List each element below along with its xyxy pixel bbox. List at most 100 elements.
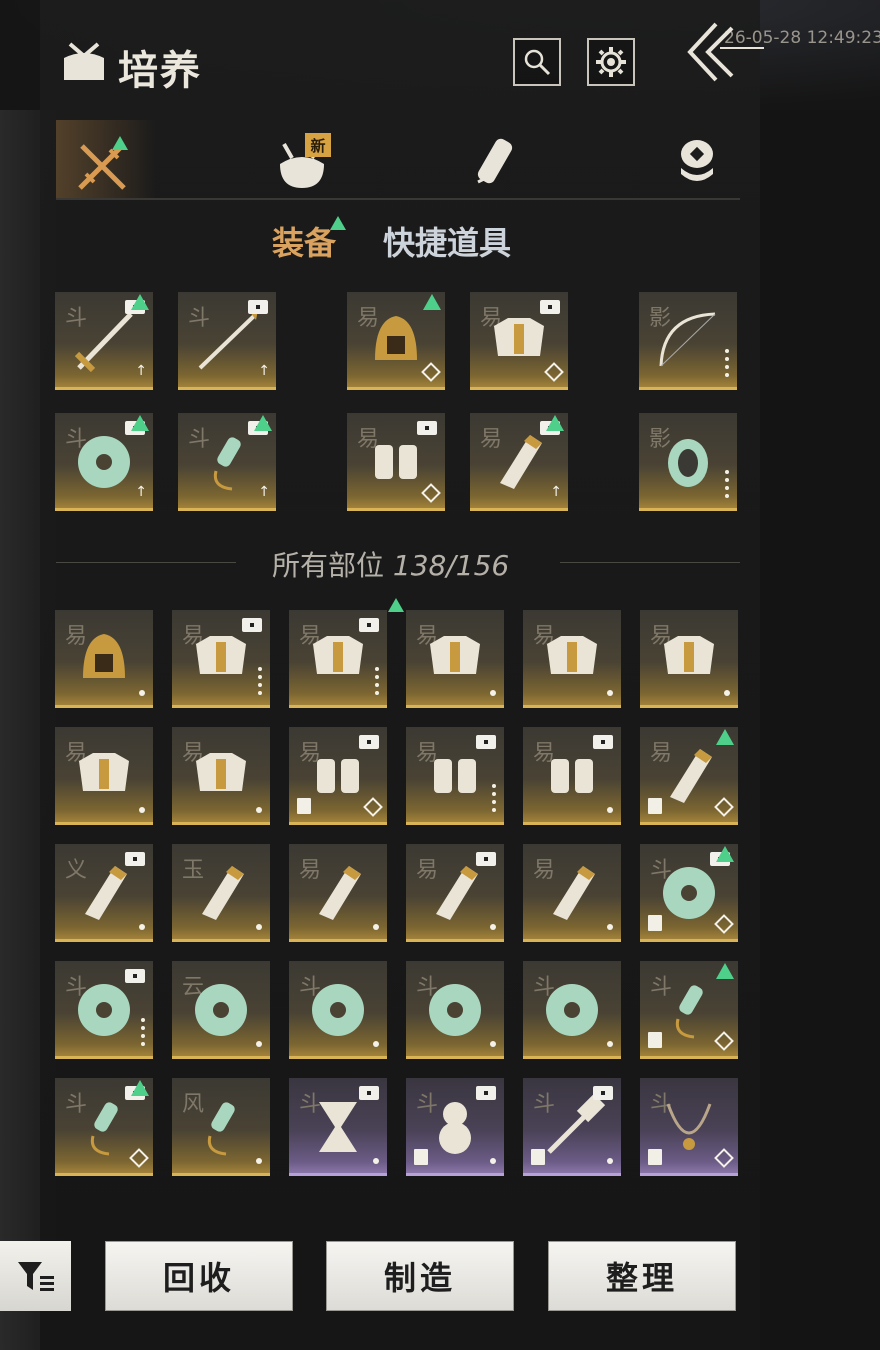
book-icon — [648, 915, 662, 931]
recycle-button[interactable]: 回收 — [105, 1241, 293, 1311]
pendant-art-icon — [207, 1102, 235, 1156]
inventory-item-slot[interactable]: 易 — [172, 727, 270, 825]
category-underline — [56, 198, 740, 200]
inventory-item-slot[interactable]: 云 — [172, 961, 270, 1059]
tab-quick-items[interactable]: 快捷道具 — [383, 218, 511, 264]
upgrade-arrow-icon — [131, 294, 149, 310]
inventory-item-slot[interactable]: 斗 — [640, 1078, 738, 1176]
inventory-item-slot[interactable]: 易 — [640, 727, 738, 825]
inventory-item-slot[interactable]: 风 — [172, 1078, 270, 1176]
upgrade-arrow-icon — [716, 729, 734, 745]
sort-button[interactable]: 整理 — [548, 1241, 736, 1311]
inventory-item-slot[interactable]: 斗 — [640, 844, 738, 942]
level-tag-icon — [248, 300, 268, 314]
small-up-arrow-icon: ↑ — [258, 363, 270, 379]
inventory-item-slot[interactable]: 易 — [640, 610, 738, 708]
inventory-item-slot[interactable]: 易 — [289, 844, 387, 942]
necklace-art-icon — [666, 1103, 712, 1150]
inventory-item-slot[interactable]: 易 — [55, 727, 153, 825]
book-icon — [648, 1032, 662, 1048]
inventory-count: 138/156 — [392, 549, 510, 582]
inventory-item-slot[interactable]: 义 — [55, 844, 153, 942]
inventory-item-slot[interactable]: 斗 — [640, 961, 738, 1059]
tab-currency-category[interactable] — [656, 120, 756, 200]
tab-equipment-category[interactable] — [56, 120, 156, 200]
refine-dots-icon — [375, 663, 379, 695]
small-up-arrow-icon: ↑ — [258, 484, 270, 500]
tab-scroll-category[interactable] — [456, 120, 556, 200]
level-tag-icon — [417, 421, 437, 435]
back-button[interactable] — [680, 18, 766, 86]
armor-art-icon — [196, 636, 246, 674]
upgrade-arrow-icon — [131, 415, 149, 431]
gourd-art-icon — [439, 1102, 471, 1154]
book-icon — [531, 1149, 545, 1165]
inventory-item-slot[interactable]: 易 — [523, 727, 621, 825]
disc-art-icon — [78, 436, 130, 488]
refine-dots-icon — [141, 1014, 145, 1046]
inventory-item-slot[interactable]: 斗 — [289, 961, 387, 1059]
inventory-item-slot[interactable]: 易 — [55, 610, 153, 708]
gloves-art-icon — [317, 759, 359, 793]
inventory-item-slot[interactable]: 斗 — [523, 1078, 621, 1176]
equipped-item-slot[interactable]: 斗 ↑ — [178, 413, 276, 511]
level-tag-icon — [540, 300, 560, 314]
armor-art-icon — [664, 636, 714, 674]
tab-equipment[interactable]: 装备 — [272, 218, 336, 264]
status-dot-icon — [724, 690, 730, 696]
level-tag-icon — [359, 735, 379, 749]
equipped-item-slot[interactable]: 斗 ↑ — [178, 292, 276, 390]
page-title: 培养 — [118, 47, 202, 94]
scroll-icon — [477, 138, 513, 184]
armor-art-icon — [547, 636, 597, 674]
inventory-item-slot[interactable]: 易 — [523, 844, 621, 942]
equipped-item-slot[interactable]: 影 — [639, 413, 737, 511]
settings-button[interactable] — [587, 38, 635, 86]
equipped-item-slot[interactable]: 影 — [639, 292, 737, 390]
craft-button[interactable]: 制造 — [326, 1241, 514, 1311]
inventory-item-slot[interactable]: 易 — [523, 610, 621, 708]
inventory-item-slot[interactable]: 斗 — [406, 1078, 504, 1176]
pendant-art-icon — [90, 1102, 118, 1156]
level-tag-icon — [476, 1086, 496, 1100]
status-dot-icon — [490, 1158, 496, 1164]
refine-dots-icon — [492, 780, 496, 812]
inventory-item-slot[interactable]: 斗 — [289, 1078, 387, 1176]
inventory-item-slot[interactable]: 易 — [289, 727, 387, 825]
inventory-item-slot[interactable]: 玉 — [172, 844, 270, 942]
inventory-item-slot[interactable]: 易 — [406, 844, 504, 942]
inventory-item-slot[interactable]: 易 — [289, 610, 387, 708]
inventory-item-slot[interactable]: 斗 — [55, 961, 153, 1059]
search-button[interactable] — [513, 38, 561, 86]
filter-button[interactable] — [0, 1241, 71, 1311]
inventory-item-slot[interactable]: 斗 — [55, 1078, 153, 1176]
equipped-item-slot[interactable]: 斗 ↑ — [55, 292, 153, 390]
refine-dots-icon — [725, 345, 729, 377]
level-tag-icon — [359, 1086, 379, 1100]
inventory-item-slot[interactable]: 易 — [406, 727, 504, 825]
tab-bundle-category[interactable] — [256, 120, 356, 200]
book-icon — [648, 1149, 662, 1165]
inventory-item-slot[interactable]: 易 — [406, 610, 504, 708]
gear-icon — [596, 47, 626, 77]
inventory-item-slot[interactable]: 斗 — [523, 961, 621, 1059]
inventory-item-slot[interactable]: 斗 — [406, 961, 504, 1059]
small-up-arrow-icon: ↑ — [135, 484, 147, 500]
filter-funnel-icon — [17, 1262, 54, 1291]
small-up-arrow-icon: ↑ — [550, 484, 562, 500]
new-badge: 新 — [305, 133, 331, 157]
upgrade-arrow-icon — [423, 294, 441, 310]
equipped-item-slot[interactable]: 斗 ↑ — [55, 413, 153, 511]
inventory-item-slot[interactable]: 易 — [172, 610, 270, 708]
status-dot-icon — [607, 690, 613, 696]
level-tag-icon — [242, 618, 262, 632]
equipped-item-slot[interactable]: 易 — [347, 292, 445, 390]
book-icon — [648, 798, 662, 814]
status-dot-icon — [256, 1041, 262, 1047]
equipped-item-slot[interactable]: 易 ↑ — [470, 413, 568, 511]
equipped-item-slot[interactable]: 易 — [470, 292, 568, 390]
level-tag-icon — [476, 852, 496, 866]
level-tag-icon — [359, 618, 379, 632]
equipped-item-slot[interactable]: 易 — [347, 413, 445, 511]
divider-right — [560, 562, 740, 563]
